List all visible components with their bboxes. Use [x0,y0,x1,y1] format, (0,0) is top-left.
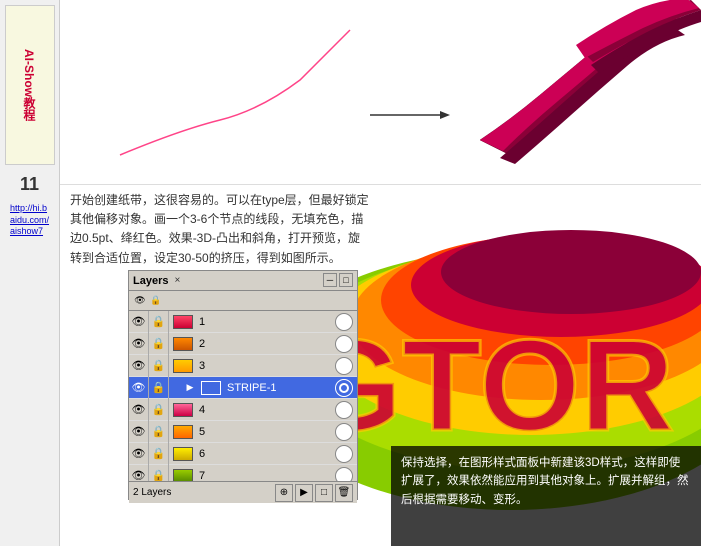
layers-list: 👁 🔒 1 👁 🔒 2 👁 🔒 [129,311,357,481]
layer-2-thumb [172,335,194,353]
left-sidebar: AI-Show教程 11 http://hi.b aidu.com/ aisho… [0,0,60,546]
layer-1-name: 1 [197,316,335,328]
layer-1-lock[interactable]: 🔒 [149,311,169,333]
layers-maximize-btn[interactable]: □ [339,273,353,287]
layer-5-thumb [172,423,194,441]
layers-footer: 2 Layers ⊕ ▶ □ 🗑 [129,481,357,503]
layer-stripe1-expand[interactable]: ▶ [183,382,197,393]
layer-3-lock[interactable]: 🔒 [149,355,169,377]
layer-7-target[interactable] [335,467,353,482]
layers-count: 2 Layers [133,487,275,498]
layer-6-lock[interactable]: 🔒 [149,443,169,465]
layer-6-visibility[interactable]: 👁 [129,443,149,465]
layer-5-visibility[interactable]: 👁 [129,421,149,443]
layer-3-target[interactable] [335,357,353,375]
sidebar-logo: AI-Show教程 [5,5,55,165]
layer-5-name: 5 [197,426,335,438]
layer-7-thumb [172,467,194,482]
layers-window-controls: ─ □ [323,273,353,287]
layer-5-lock[interactable]: 🔒 [149,421,169,443]
layer-stripe1-thumb [200,379,222,397]
layer-4-thumb [172,401,194,419]
main-content: 开始创建纸带，这很容易的。可以在type层，但最好锁定其他偏移对象。画一个3-6… [60,0,701,546]
svg-text:GTOR: GTOR [321,312,674,458]
layer-1-target[interactable] [335,313,353,331]
layer-2-name: 2 [197,338,335,350]
layers-minimize-btn[interactable]: ─ [323,273,337,287]
layers-title: Layers [133,275,168,287]
layer-4-name: 4 [197,404,335,416]
layer-4-visibility[interactable]: 👁 [129,399,149,421]
layer-row-6[interactable]: 👁 🔒 6 [129,443,357,465]
lock-column-icon: 🔒 [149,294,163,308]
layer-row-2[interactable]: 👁 🔒 2 [129,333,357,355]
layers-tab-close[interactable]: × [174,275,180,286]
layer-row-1[interactable]: 👁 🔒 1 [129,311,357,333]
layer-2-visibility[interactable]: 👁 [129,333,149,355]
layers-options-btn[interactable]: ▶ [295,484,313,502]
layer-stripe1-name: STRIPE-1 [225,382,335,394]
text-description: 开始创建纸带，这很容易的。可以在type层，但最好锁定其他偏移对象。画一个3-6… [60,185,380,265]
layers-footer-icons: ⊕ ▶ □ 🗑 [275,484,353,502]
layer-2-lock[interactable]: 🔒 [149,333,169,355]
layer-row-5[interactable]: 👁 🔒 5 [129,421,357,443]
layer-6-target[interactable] [335,445,353,463]
layer-7-name: 7 [197,470,335,482]
layer-row-stripe1[interactable]: 👁 🔒 ▶ STRIPE-1 [129,377,357,399]
layer-1-visibility[interactable]: 👁 [129,311,149,333]
layer-stripe1-lock[interactable]: 🔒 [149,377,169,399]
layer-7-lock[interactable]: 🔒 [149,465,169,482]
eye-column-icon: 👁 [133,294,147,308]
sidebar-number: 11 [20,174,39,195]
layer-7-visibility[interactable]: 👁 [129,465,149,482]
layer-1-thumb [172,313,194,331]
layer-5-target[interactable] [335,423,353,441]
layer-3-name: 3 [197,360,335,372]
layers-column-headers: 👁 🔒 [129,291,357,311]
layers-panel: Layers × ─ □ 👁 🔒 👁 🔒 1 [128,270,358,500]
layer-stripe1-target[interactable] [335,379,353,397]
layer-2-target[interactable] [335,335,353,353]
sidebar-url: http://hi.b aidu.com/ aishow7 [10,203,49,238]
layer-row-7[interactable]: 👁 🔒 7 [129,465,357,481]
layer-4-target[interactable] [335,401,353,419]
layer-row-4[interactable]: 👁 🔒 4 [129,399,357,421]
layer-3-thumb [172,357,194,375]
layer-6-name: 6 [197,448,335,460]
layer-4-lock[interactable]: 🔒 [149,399,169,421]
layers-titlebar: Layers × ─ □ [129,271,357,291]
layer-stripe1-visibility[interactable]: 👁 [129,377,149,399]
layers-add-btn[interactable]: ⊕ [275,484,293,502]
layers-new-btn[interactable]: □ [315,484,333,502]
bottom-description-box: 保持选择，在图形样式面板中新建该3D样式，这样即使扩展了，效果依然能应用到其他对… [391,446,701,546]
layer-row-3[interactable]: 👁 🔒 3 [129,355,357,377]
layer-6-thumb [172,445,194,463]
layer-3-visibility[interactable]: 👁 [129,355,149,377]
layers-delete-btn[interactable]: 🗑 [335,484,353,502]
